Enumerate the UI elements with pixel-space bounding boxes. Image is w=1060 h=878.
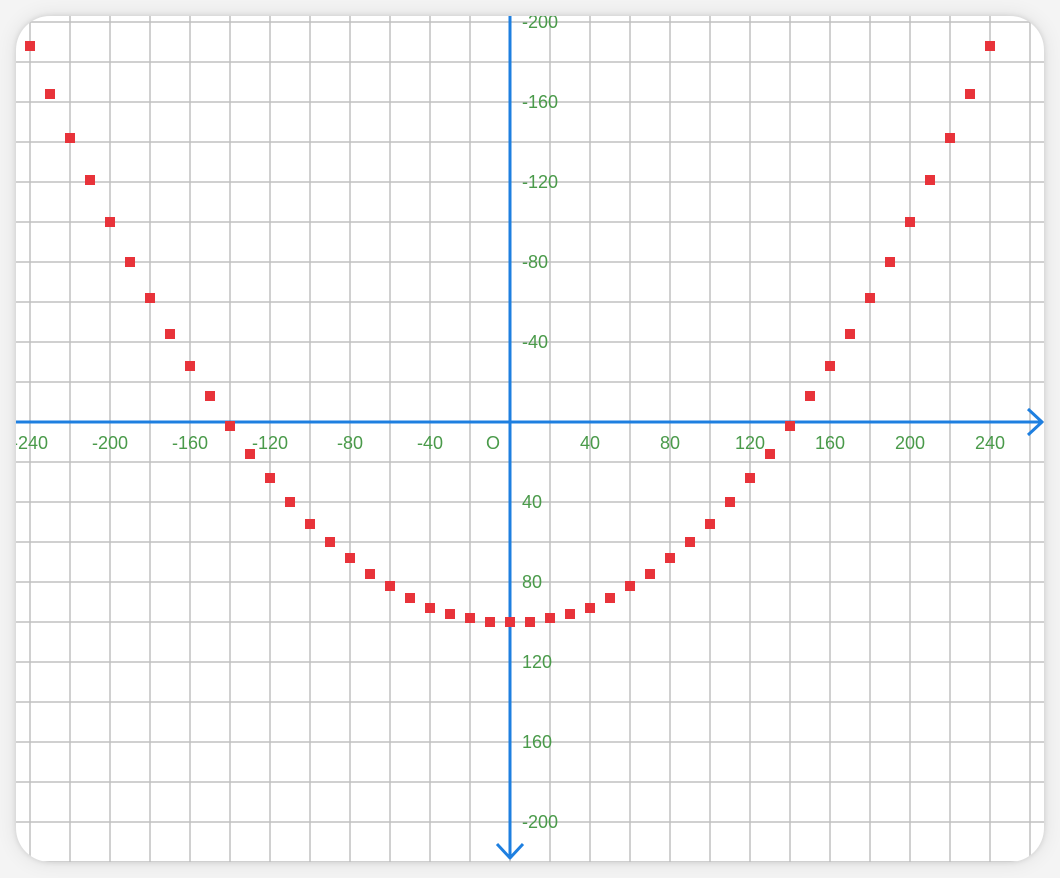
data-point (345, 553, 355, 563)
data-point (165, 329, 175, 339)
x-tick-label: -200 (92, 433, 128, 453)
data-point (485, 617, 495, 627)
y-tick-label: -40 (522, 332, 548, 352)
data-point (725, 497, 735, 507)
data-point (125, 257, 135, 267)
data-point (445, 609, 455, 619)
x-tick-label: 240 (975, 433, 1005, 453)
data-point (785, 421, 795, 431)
data-point (545, 613, 555, 623)
y-tick-label: 160 (522, 732, 552, 752)
data-point (425, 603, 435, 613)
data-point (645, 569, 655, 579)
x-tick-label: -240 (16, 433, 48, 453)
data-point (245, 449, 255, 459)
chart-plot: -240 -200 -160 -120 -80 -40 40 80 120 160 200 240 -2… (16, 16, 1044, 862)
y-tick-label: -200 (522, 16, 558, 32)
data-point (285, 497, 295, 507)
x-tick-label: 160 (815, 433, 845, 453)
data-point (665, 553, 675, 563)
data-point (45, 89, 55, 99)
y-tick-label: -80 (522, 252, 548, 272)
data-point (705, 519, 715, 529)
data-point (565, 609, 575, 619)
data-point (585, 603, 595, 613)
data-point (745, 473, 755, 483)
x-tick-label: -40 (417, 433, 443, 453)
data-point (925, 175, 935, 185)
x-tick-label: 120 (735, 433, 765, 453)
data-point (385, 581, 395, 591)
data-point (805, 391, 815, 401)
x-tick-label: 80 (660, 433, 680, 453)
data-point (845, 329, 855, 339)
data-point (945, 133, 955, 143)
data-point (305, 519, 315, 529)
data-point (525, 617, 535, 627)
x-tick-label: 40 (580, 433, 600, 453)
y-tick-label: 40 (522, 492, 542, 512)
y-tick-label: 80 (522, 572, 542, 592)
y-tick-label: 120 (522, 652, 552, 672)
y-tick-label: -200 (522, 812, 558, 832)
data-point (885, 257, 895, 267)
data-point (965, 89, 975, 99)
y-tick-label: -160 (522, 92, 558, 112)
x-tick-label: -160 (172, 433, 208, 453)
data-point (225, 421, 235, 431)
data-point (465, 613, 475, 623)
data-point (505, 617, 515, 627)
chart-card: -240 -200 -160 -120 -80 -40 40 80 120 160 200 240 -2… (16, 16, 1044, 862)
data-point (865, 293, 875, 303)
data-point (905, 217, 915, 227)
data-point (265, 473, 275, 483)
data-point (325, 537, 335, 547)
data-point (825, 361, 835, 371)
data-point (25, 41, 35, 51)
data-point (145, 293, 155, 303)
x-tick-label: 200 (895, 433, 925, 453)
data-point (185, 361, 195, 371)
data-point (365, 569, 375, 579)
data-point (65, 133, 75, 143)
origin-label: O (486, 433, 500, 453)
data-point (605, 593, 615, 603)
data-point (205, 391, 215, 401)
data-point (985, 41, 995, 51)
data-point (685, 537, 695, 547)
y-tick-label: -120 (522, 172, 558, 192)
data-point (85, 175, 95, 185)
data-point (765, 449, 775, 459)
x-tick-label: -80 (337, 433, 363, 453)
data-point (405, 593, 415, 603)
data-point (105, 217, 115, 227)
x-tick-label: -120 (252, 433, 288, 453)
data-point (625, 581, 635, 591)
